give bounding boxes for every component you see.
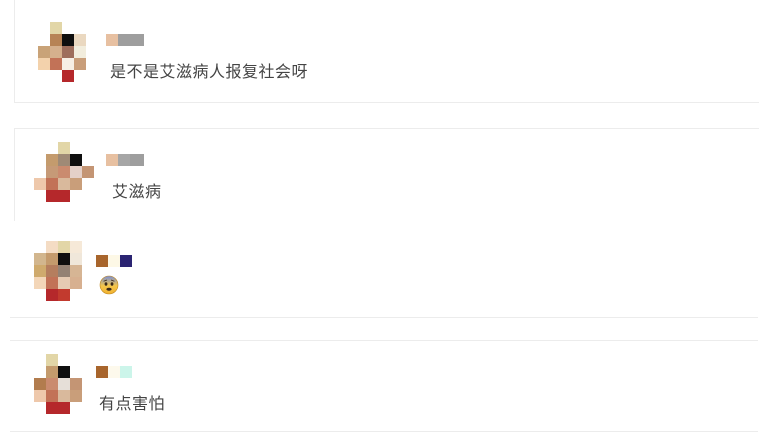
- username[interactable]: [106, 154, 144, 166]
- avatar[interactable]: [38, 22, 98, 82]
- username[interactable]: [106, 34, 144, 46]
- comment-card: [14, 128, 759, 221]
- avatar[interactable]: [34, 354, 94, 414]
- comment-divider: [10, 317, 758, 318]
- avatar[interactable]: [34, 241, 94, 301]
- comment-text: 是不是艾滋病人报复社会呀: [110, 62, 309, 81]
- comment-text: 艾滋病: [112, 182, 162, 201]
- fearful-face-icon: [99, 275, 119, 295]
- comment-card: [10, 340, 758, 432]
- comment-list: 是不是艾滋病人报复社会呀 艾滋病 有点害怕: [0, 0, 768, 445]
- comment-text: 有点害怕: [99, 394, 166, 413]
- comment-item: 艾滋病: [0, 120, 768, 221]
- comment-card: [14, 0, 759, 103]
- comment-item: [0, 225, 768, 323]
- username[interactable]: [96, 255, 132, 267]
- username[interactable]: [96, 366, 132, 378]
- comment-item: 是不是艾滋病人报复社会呀: [0, 0, 768, 110]
- avatar[interactable]: [34, 142, 94, 202]
- comment-item: 有点害怕: [0, 338, 768, 445]
